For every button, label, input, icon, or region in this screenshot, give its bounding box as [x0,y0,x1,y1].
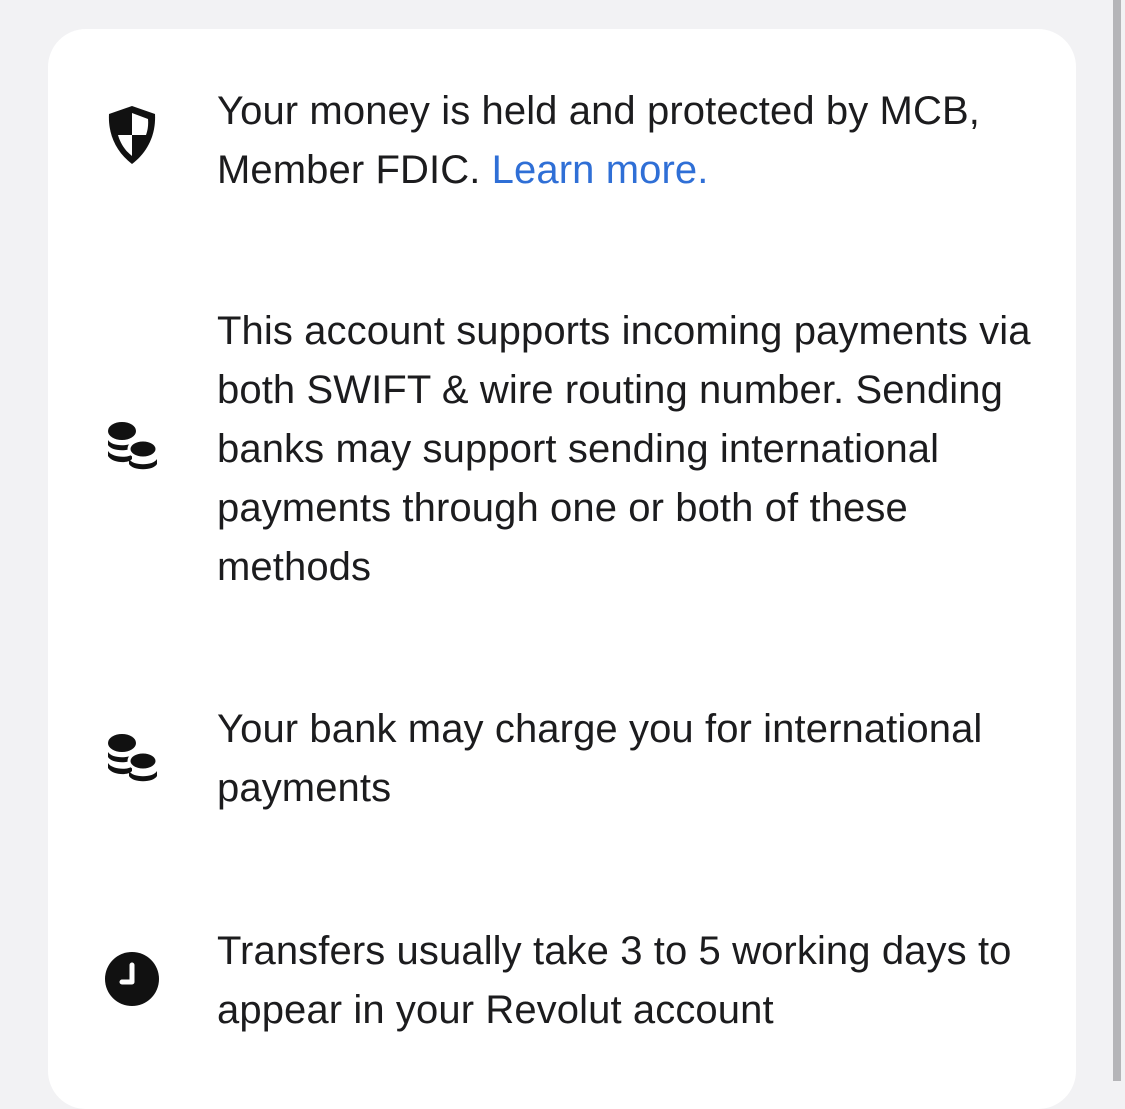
clock-icon [100,947,164,1011]
scrollbar[interactable] [1113,0,1121,1081]
info-card: Your money is held and protected by MCB,… [48,29,1076,1109]
coins-icon [100,416,164,480]
shield-icon [100,103,164,167]
coins-icon [100,728,164,792]
bank-charges-text: Your bank may charge you for internation… [217,707,983,810]
payments-methods-text: This account supports incoming payments … [217,309,1031,589]
protection-text: Your money is held and protected by MCB,… [217,82,1047,200]
learn-more-link[interactable]: Learn more. [492,148,709,192]
transfer-time-text: Transfers usually take 3 to 5 working da… [217,929,1012,1032]
